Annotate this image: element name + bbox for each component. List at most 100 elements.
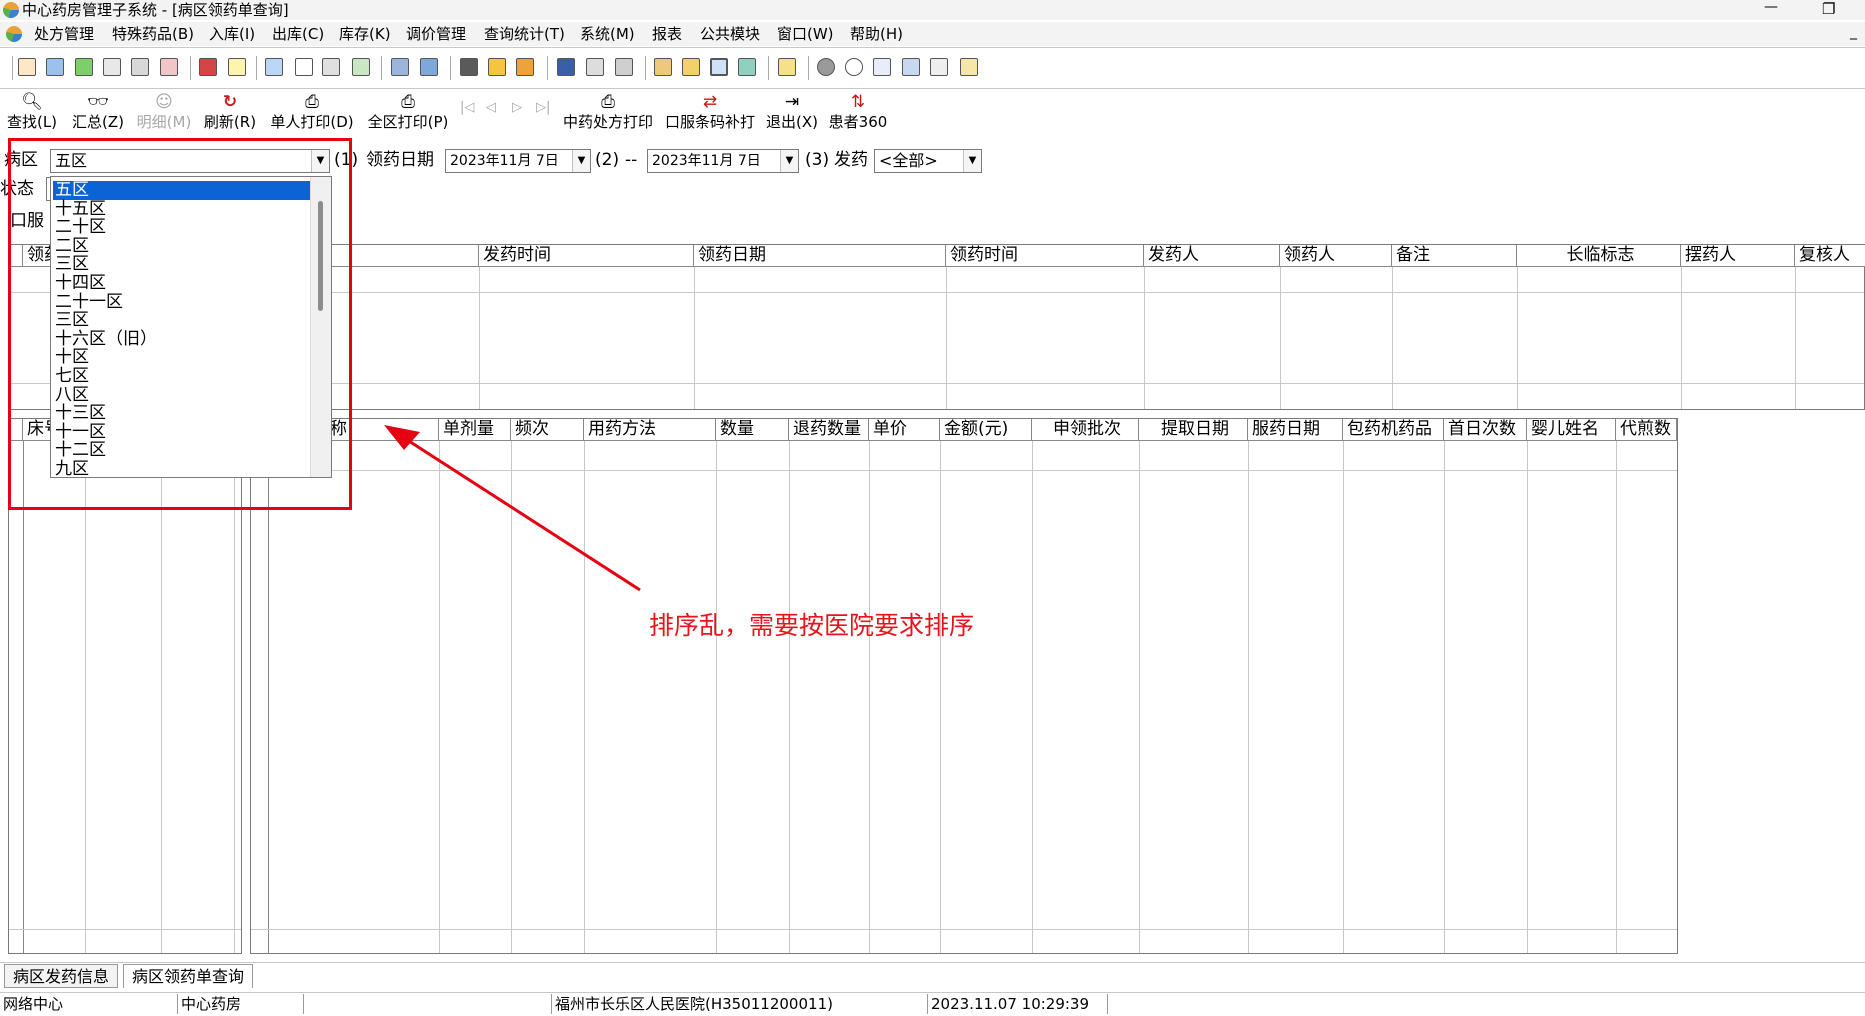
- menu-reports[interactable]: 报表: [652, 22, 682, 46]
- menu-help[interactable]: 帮助(H): [850, 22, 903, 46]
- check-icon[interactable]: [75, 58, 93, 76]
- ward-option[interactable]: 十六区（旧）: [53, 329, 311, 349]
- menu-stock-out[interactable]: 出库(C): [272, 22, 324, 46]
- detail-col-return-qty[interactable]: 退药数量: [789, 419, 869, 441]
- dispense-combo[interactable]: <全部> ▼: [874, 149, 982, 173]
- detail-col-take-date[interactable]: 服药日期: [1248, 419, 1343, 441]
- box-icon[interactable]: [557, 58, 575, 76]
- ward-option[interactable]: 三区: [53, 255, 311, 274]
- top-col-receive-time[interactable]: 领药时间: [946, 245, 1144, 267]
- table-icon[interactable]: [873, 58, 891, 76]
- copy-icon[interactable]: [322, 58, 340, 76]
- detail-col-unit-price[interactable]: 单价: [869, 419, 940, 441]
- top-col-dispense-time[interactable]: 发药时间: [479, 245, 694, 267]
- chevron-down-icon[interactable]: ▼: [780, 150, 798, 172]
- patient360-button[interactable]: ⇅ 患者360: [828, 92, 888, 134]
- ward-option[interactable]: 三区: [53, 311, 311, 330]
- clipboard-icon[interactable]: [960, 58, 978, 76]
- ward-option[interactable]: 十二区: [53, 441, 311, 460]
- detail-col-packing-drug[interactable]: 包药机药品: [1343, 419, 1444, 441]
- detail-col-quantity[interactable]: 数量: [716, 419, 789, 441]
- bell-icon[interactable]: [488, 58, 506, 76]
- ward-option[interactable]: 二十一区: [53, 292, 311, 312]
- refresh-button[interactable]: ↻ 刷新(R): [202, 92, 258, 134]
- date-from-picker[interactable]: 2023年11月 7日 ▼: [445, 149, 591, 173]
- hand-icon[interactable]: [778, 58, 796, 76]
- menu-price-adjust[interactable]: 调价管理: [406, 22, 466, 46]
- detail-col-amount[interactable]: 金额(元): [940, 419, 1032, 441]
- date-to-picker[interactable]: 2023年11月 7日 ▼: [647, 149, 799, 173]
- grid-icon[interactable]: [460, 58, 478, 76]
- ward-option[interactable]: 二十区: [53, 218, 311, 237]
- ward-option[interactable]: 十三区: [53, 404, 311, 423]
- ward-option[interactable]: 十一区: [53, 422, 311, 442]
- calculator2-icon[interactable]: [738, 58, 756, 76]
- bed-grid[interactable]: 床号: [8, 418, 242, 954]
- edit-doc-icon[interactable]: [352, 58, 370, 76]
- search-doc-icon[interactable]: [586, 58, 604, 76]
- detail-button[interactable]: ☺ 明细(M): [136, 92, 192, 134]
- nav-next-button[interactable]: ▷: [512, 100, 522, 115]
- windows-icon[interactable]: [902, 58, 920, 76]
- ward-option[interactable]: 七区: [53, 367, 311, 386]
- top-col-arranger[interactable]: 摆药人: [1681, 245, 1795, 267]
- bottle-icon[interactable]: [46, 58, 64, 76]
- detail-col-decoction[interactable]: 代煎数: [1616, 419, 1677, 441]
- find-button[interactable]: 🔍︎ 查找(L): [4, 92, 60, 134]
- ward-print-button[interactable]: ⎙ 全区打印(P): [366, 92, 450, 134]
- menu-common[interactable]: 公共模块: [700, 22, 760, 46]
- top-col-receiver[interactable]: 领药人: [1280, 245, 1392, 267]
- image-icon[interactable]: [516, 58, 534, 76]
- summary-button[interactable]: 👓︎ 汇总(Z): [70, 92, 126, 134]
- detail-col-extract-date[interactable]: 提取日期: [1139, 419, 1248, 441]
- barcode-reprint-button[interactable]: ⇄ 口服条码补打: [662, 92, 758, 134]
- prescription-icon[interactable]: [18, 58, 36, 76]
- edit-icon[interactable]: [930, 58, 948, 76]
- menu-window[interactable]: 窗口(W): [777, 22, 834, 46]
- top-col-reviewer[interactable]: 复核人: [1795, 245, 1865, 267]
- calculator-icon[interactable]: [160, 58, 178, 76]
- top-col-dispenser[interactable]: 发药人: [1144, 245, 1280, 267]
- nav-prev-button[interactable]: ◁: [486, 100, 496, 115]
- ward-combo[interactable]: 五区 ▼: [50, 149, 330, 173]
- ward-option[interactable]: 十四区: [53, 274, 311, 293]
- chevron-down-icon[interactable]: ▼: [572, 150, 590, 172]
- menu-system[interactable]: 系统(M): [580, 22, 635, 46]
- menu-inventory[interactable]: 库存(K): [339, 22, 391, 46]
- folder-icon[interactable]: [654, 58, 672, 76]
- top-col-remark[interactable]: 备注: [1392, 245, 1517, 267]
- book-icon[interactable]: [199, 58, 217, 76]
- inner-minimize-button[interactable]: _: [1850, 24, 1857, 40]
- ward-option[interactable]: 九区: [53, 460, 311, 478]
- nav-last-button[interactable]: ▷|: [536, 100, 550, 115]
- detail-col-first-day-times[interactable]: 首日次数: [1444, 419, 1527, 441]
- thermometer-icon[interactable]: [682, 58, 700, 76]
- tab-ward-dispense-info[interactable]: 病区发药信息: [4, 964, 119, 988]
- chevron-down-icon[interactable]: ▼: [311, 150, 329, 172]
- exit-button[interactable]: ⇥ 退出(X): [764, 92, 820, 134]
- nav-first-button[interactable]: |◁: [460, 100, 474, 115]
- top-col-receive-date[interactable]: 领药日期: [694, 245, 946, 267]
- restore-button[interactable]: ❐: [1822, 0, 1835, 18]
- ward-option[interactable]: 十五区: [53, 199, 311, 219]
- ward-option[interactable]: 八区: [53, 385, 311, 405]
- single-print-button[interactable]: ⎙ 单人打印(D): [270, 92, 354, 134]
- checkmark-icon[interactable]: [295, 58, 313, 76]
- tcm-print-button[interactable]: ⎙ 中药处方打印: [560, 92, 656, 134]
- dropdown-scrollbar[interactable]: [310, 177, 331, 477]
- document-icon[interactable]: [265, 58, 283, 76]
- window-icon[interactable]: [420, 58, 438, 76]
- detail-col-batch[interactable]: 申领批次: [1032, 419, 1139, 441]
- tab-ward-requisition-query[interactable]: 病区领药单查询: [123, 964, 254, 988]
- menu-stock-in[interactable]: 入库(I): [209, 22, 255, 46]
- minimize-button[interactable]: —: [1764, 0, 1778, 15]
- menu-special-drugs[interactable]: 特殊药品(B): [112, 22, 194, 46]
- menu-prescription[interactable]: 处方管理: [34, 22, 94, 46]
- detail-col-infant-name[interactable]: 婴儿姓名: [1527, 419, 1616, 441]
- form-icon[interactable]: [391, 58, 409, 76]
- list-icon[interactable]: [103, 58, 121, 76]
- top-col-long-temp-flag[interactable]: 长临标志: [1517, 245, 1681, 267]
- circle-icon[interactable]: [817, 58, 835, 76]
- card-icon[interactable]: [228, 58, 246, 76]
- truck-icon[interactable]: [615, 58, 633, 76]
